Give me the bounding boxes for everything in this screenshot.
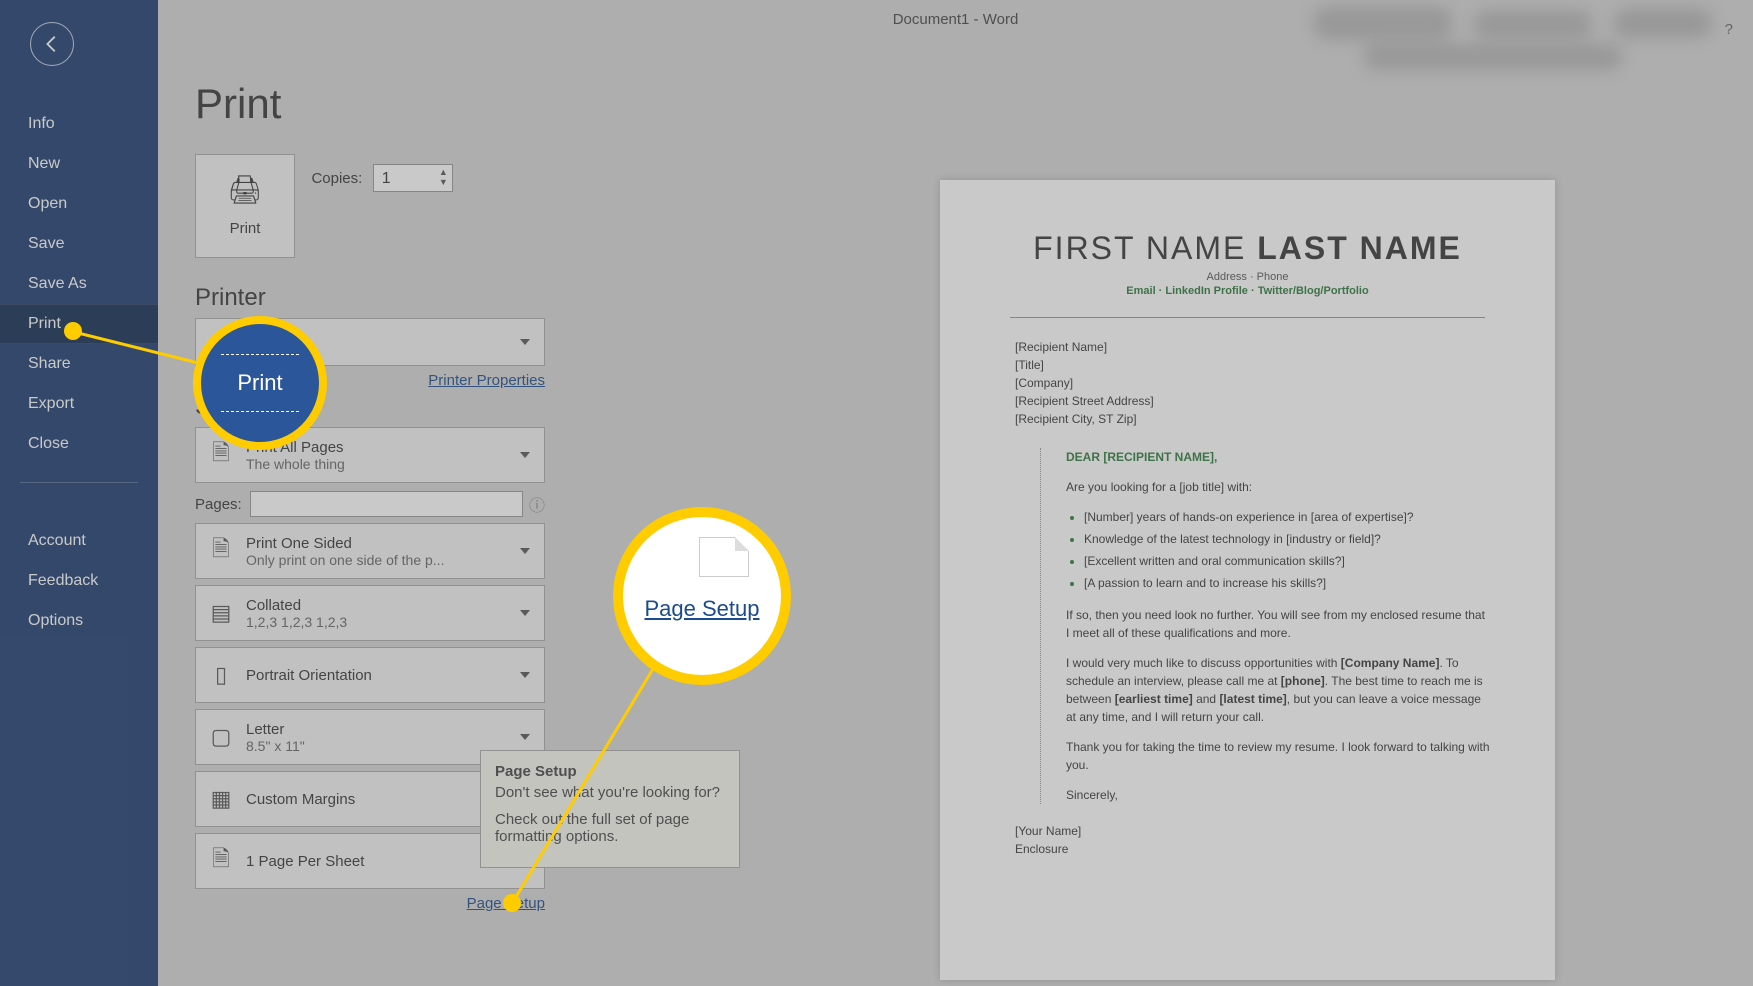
chevron-down-icon (520, 734, 530, 740)
orientation-dropdown[interactable]: ▯ Portrait Orientation (195, 647, 545, 703)
sidebar-item-share[interactable]: Share (0, 344, 158, 384)
print-button[interactable]: 🖨 Print (195, 154, 295, 258)
page-icon: 🗎 (196, 842, 246, 880)
chevron-down-icon (520, 610, 530, 616)
chevron-down-icon (520, 672, 530, 678)
collate-dropdown[interactable]: ▤ Collated1,2,3 1,2,3 1,2,3 (195, 585, 545, 641)
highlight-print-bubble: Print (193, 316, 327, 450)
sidebar-item-options[interactable]: Options (0, 601, 158, 641)
sidebar-item-open[interactable]: Open (0, 184, 158, 224)
annotation-dot (503, 894, 521, 912)
sidebar-item-save-as[interactable]: Save As (0, 264, 158, 304)
page-icon: 🗎 (196, 524, 246, 578)
portrait-icon: ▯ (196, 662, 246, 688)
copies-spinner[interactable]: 1 ▲▼ (373, 164, 453, 192)
help-icon[interactable]: ? (1725, 10, 1733, 50)
copies-label: Copies: (311, 170, 362, 187)
printer-heading: Printer (195, 284, 545, 312)
sidebar-item-new[interactable]: New (0, 144, 158, 184)
backstage-sidebar: InfoNewOpenSaveSave AsPrintShareExportCl… (0, 0, 158, 986)
info-icon[interactable]: ⓘ (529, 492, 545, 516)
paper-icon: ▢ (196, 710, 246, 764)
highlight-page-setup-bubble: Page Setup (613, 507, 791, 685)
print-preview: FIRST NAME LAST NAME Address · Phone Ema… (940, 180, 1555, 980)
annotation-dot (64, 322, 82, 340)
sidebar-item-export[interactable]: Export (0, 384, 158, 424)
margins-icon: ▦ (196, 786, 246, 812)
sidebar-item-save[interactable]: Save (0, 224, 158, 264)
sidebar-item-feedback[interactable]: Feedback (0, 561, 158, 601)
sidebar-item-account[interactable]: Account (0, 521, 158, 561)
sidebar-item-close[interactable]: Close (0, 424, 158, 464)
page-setup-link[interactable]: Page Setup (195, 895, 545, 912)
page-setup-tooltip: Page Setup Don't see what you're looking… (480, 750, 740, 868)
chevron-down-icon (520, 339, 530, 345)
titlebar: Document1 - Word ? (158, 0, 1753, 40)
page-icon (699, 537, 749, 577)
chevron-down-icon (520, 548, 530, 554)
page-title: Print (195, 80, 545, 128)
pages-label: Pages: (195, 496, 242, 513)
printer-icon: 🖨 (196, 173, 294, 206)
sidebar-item-info[interactable]: Info (0, 104, 158, 144)
spinner-arrows-icon[interactable]: ▲▼ (431, 167, 448, 187)
sided-dropdown[interactable]: 🗎 Print One SidedOnly print on one side … (195, 523, 545, 579)
chevron-down-icon (520, 452, 530, 458)
back-button[interactable] (30, 22, 74, 66)
pages-input[interactable] (250, 491, 523, 517)
collate-icon: ▤ (196, 586, 246, 640)
